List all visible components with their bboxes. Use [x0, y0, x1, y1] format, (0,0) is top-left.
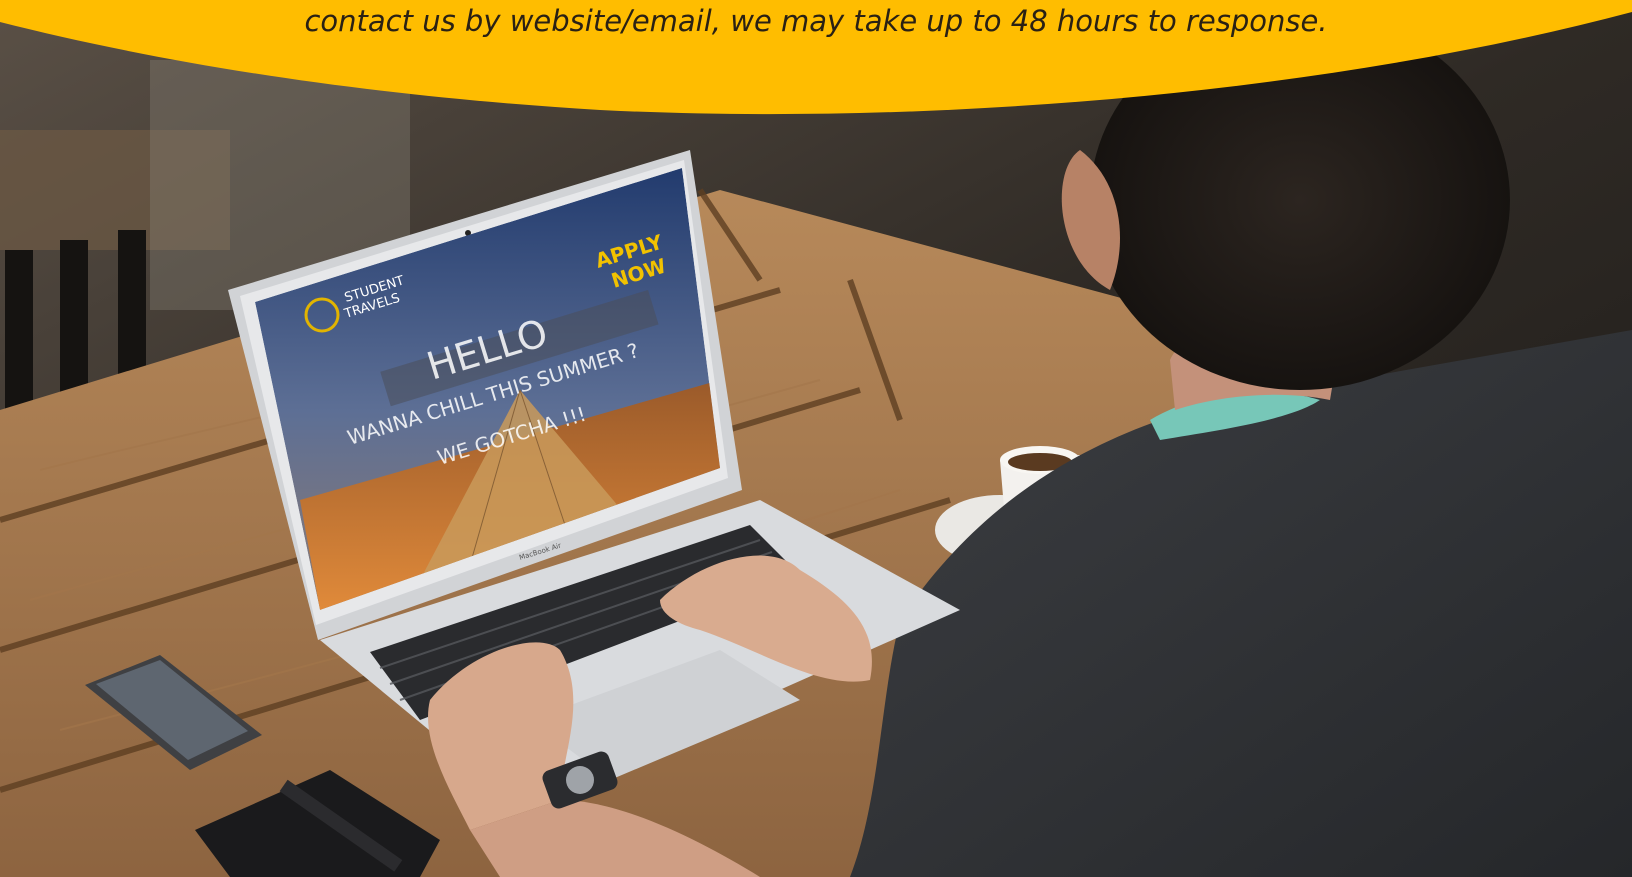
- banner-text: contact us by website/email, we may take…: [304, 4, 1328, 38]
- scene-svg: STUDENT TRAVELS APPLY NOW HELLO WANNA CH…: [0, 0, 1632, 877]
- banner-caption: contact us by website/email, we may take…: [0, 0, 1632, 60]
- watch-face: [566, 766, 594, 794]
